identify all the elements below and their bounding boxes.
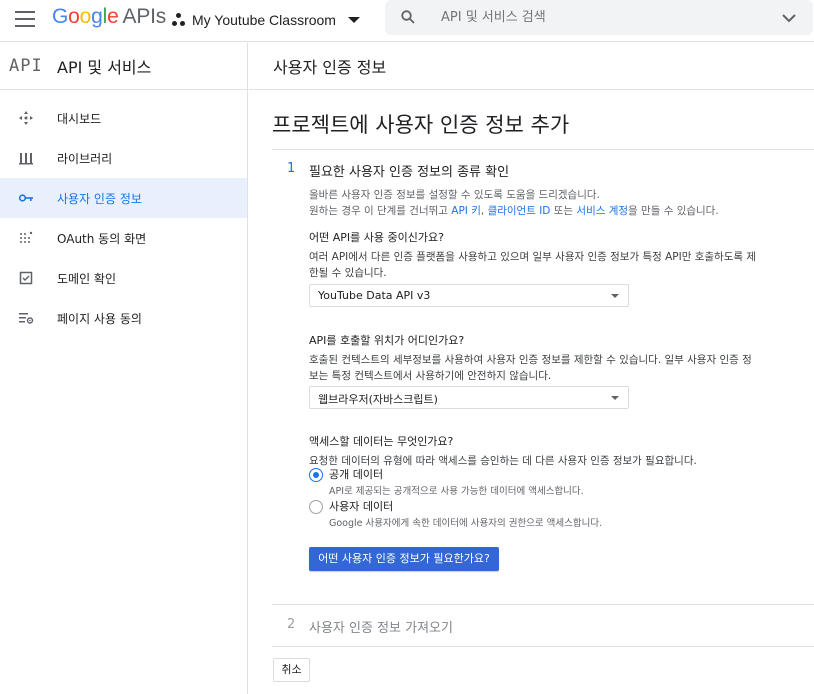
sidebar-item-oauth-consent[interactable]: OAuth 동의 화면 bbox=[0, 218, 247, 258]
step-number-2: 2 bbox=[287, 617, 296, 632]
api-select[interactable]: YouTube Data API v3 bbox=[309, 284, 629, 307]
radio-public-data-label: 공개 데이터 bbox=[329, 468, 384, 481]
api-key-link[interactable]: API 키 bbox=[451, 205, 481, 217]
call-location-select[interactable]: 웹브라우저(자바스크립트) bbox=[309, 386, 629, 409]
radio-public-data-help: API로 제공되는 공개적으로 사용 가능한 데이터에 액세스합니다. bbox=[329, 486, 584, 497]
project-icon bbox=[172, 13, 186, 27]
search-bar[interactable] bbox=[385, 0, 813, 35]
step-number-1: 1 bbox=[287, 161, 296, 176]
settings-list-icon bbox=[17, 309, 35, 327]
step-title-2: 사용자 인증 정보 가져오기 bbox=[309, 621, 453, 636]
project-selector[interactable]: My Youtube Classroom bbox=[172, 8, 360, 32]
google-apis-logo[interactable]: Google APIs bbox=[52, 5, 166, 29]
sidebar: API API 및 서비스 대시보드 라이브러리 사용자 인증 정보 OAuth… bbox=[0, 43, 248, 694]
sidebar-item-domain-verification[interactable]: 도메인 확인 bbox=[0, 258, 247, 298]
breadcrumb: 사용자 인증 정보 bbox=[273, 58, 387, 77]
radio-user-data-label: 사용자 데이터 bbox=[329, 500, 394, 513]
sidebar-item-library[interactable]: 라이브러리 bbox=[0, 138, 247, 178]
sidebar-item-page-usage-agreement[interactable]: 페이지 사용 동의 bbox=[0, 298, 247, 338]
divider bbox=[272, 646, 814, 647]
sidebar-header: API API 및 서비스 bbox=[0, 43, 247, 90]
library-icon bbox=[17, 149, 35, 167]
cancel-button[interactable]: 취소 bbox=[273, 658, 310, 682]
client-id-link[interactable]: 클라이언트 ID bbox=[488, 205, 551, 217]
chevron-down-icon[interactable] bbox=[781, 11, 797, 25]
question-call-location: API를 호출할 위치가 어디인가요? bbox=[309, 334, 465, 347]
project-name: My Youtube Classroom bbox=[192, 12, 336, 28]
dropdown-arrow-icon bbox=[611, 294, 619, 298]
step-description: 올바른 사용자 인증 정보를 설정할 수 있도록 도움을 드리겠습니다. 원하는… bbox=[309, 189, 719, 217]
oauth-consent-icon bbox=[17, 229, 35, 247]
sidebar-title: API 및 서비스 bbox=[57, 58, 152, 77]
question-which-api-help: 여러 API에서 다른 인증 플랫폼을 사용하고 있으며 일부 사용자 인증 정… bbox=[309, 251, 757, 279]
sidebar-item-dashboard[interactable]: 대시보드 bbox=[0, 98, 247, 138]
sidebar-item-credentials[interactable]: 사용자 인증 정보 bbox=[0, 178, 247, 218]
chevron-down-icon bbox=[347, 17, 360, 23]
main-content: 프로젝트에 사용자 인증 정보 추가 1 필요한 사용자 인증 정보의 종류 확… bbox=[249, 91, 814, 694]
radio-user-data[interactable] bbox=[309, 500, 323, 514]
service-account-link[interactable]: 서비스 계정 bbox=[576, 205, 628, 217]
step-title-1: 필요한 사용자 인증 정보의 종류 확인 bbox=[309, 165, 510, 180]
search-input[interactable] bbox=[441, 7, 741, 27]
divider bbox=[272, 149, 814, 150]
top-app-bar: Google APIs My Youtube Classroom bbox=[0, 0, 814, 42]
page-title: 프로젝트에 사용자 인증 정보 추가 bbox=[272, 113, 570, 137]
which-credentials-button[interactable]: 어떤 사용자 인증 정보가 필요한가요? bbox=[309, 547, 499, 571]
question-data-access: 액세스할 데이터는 무엇인가요? bbox=[309, 435, 454, 448]
dropdown-arrow-icon bbox=[611, 396, 619, 400]
page-header: 사용자 인증 정보 bbox=[249, 43, 814, 90]
radio-user-data-help: Google 사용자에게 속한 데이터에 사용자의 권한으로 액세스합니다. bbox=[329, 518, 603, 529]
main-menu-icon[interactable] bbox=[15, 11, 35, 27]
question-call-location-help: 호출된 컨텍스트의 세부정보를 사용하여 사용자 인증 정보를 제한할 수 있습… bbox=[309, 354, 752, 382]
checkbox-icon bbox=[17, 269, 35, 287]
key-icon bbox=[17, 189, 35, 207]
search-icon bbox=[401, 10, 415, 24]
question-which-api: 어떤 API를 사용 중이신가요? bbox=[309, 231, 444, 244]
api-logo-icon: API bbox=[9, 56, 43, 76]
radio-public-data[interactable] bbox=[309, 468, 323, 482]
dashboard-icon bbox=[17, 109, 35, 127]
divider bbox=[272, 604, 814, 605]
